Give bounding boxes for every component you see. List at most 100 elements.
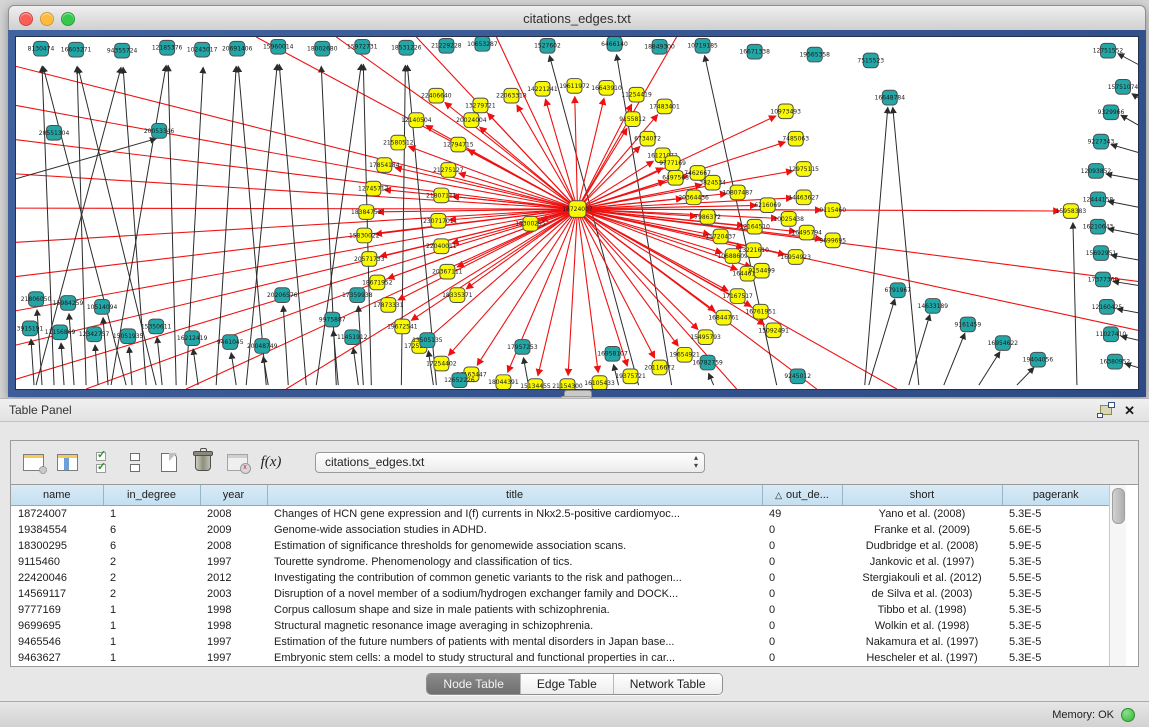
table-cell: Disruption of a novel member of a sodium…: [267, 586, 762, 602]
memory-ok-icon[interactable]: [1121, 708, 1135, 722]
table-row[interactable]: 2242004622012Investigating the contribut…: [11, 570, 1109, 586]
network-node-label: 10025438: [773, 216, 804, 223]
network-node-label: 20206576: [267, 292, 298, 299]
network-canvas[interactable]: 1872400722406640121405042158051217854184…: [15, 36, 1139, 390]
network-edge: [231, 353, 236, 385]
cytoscape-application: citations_edges.txt 18724007 22406640 1 214…: [0, 0, 1149, 727]
network-node-label: 9155812: [619, 116, 646, 123]
select-rows-button[interactable]: [87, 448, 115, 476]
table-cell: Hescheler et al. (1997): [842, 650, 1002, 666]
close-window-button[interactable]: [19, 12, 33, 26]
network-node-label: 20364436: [678, 194, 709, 201]
column-header-pagerank[interactable]: pagerank: [1002, 485, 1109, 506]
network-edge: [353, 348, 358, 385]
function-builder-button[interactable]: f(x): [257, 448, 285, 476]
network-node-label: 16648784: [875, 95, 906, 102]
table-cell: Yano et al. (2008): [842, 506, 1002, 523]
table-row[interactable]: 1872400712008Changes of HCN gene express…: [11, 506, 1109, 523]
network-edge: [1073, 223, 1077, 385]
network-node-label: 10807487: [722, 189, 753, 196]
checklist-icon: [96, 452, 106, 473]
dropdown-stepper-icon: ▴▾: [694, 454, 698, 470]
table-selector-dropdown[interactable]: citations_edges.txt ▴▾: [315, 452, 705, 473]
table-row[interactable]: 946554611997Estimation of the future num…: [11, 634, 1109, 650]
column-header-in_degree[interactable]: in_degree: [103, 485, 200, 506]
network-node-label: 22406640: [421, 93, 452, 100]
show-columns-button[interactable]: [53, 448, 81, 476]
network-node-label: 3824534: [699, 180, 726, 187]
status-bar: Memory: OK: [0, 701, 1149, 727]
minimize-window-button[interactable]: [40, 12, 54, 26]
network-edge: [193, 349, 198, 385]
table-cell: Investigating the contribution of common…: [267, 570, 762, 586]
column-header-out_de[interactable]: △out_de...: [762, 485, 842, 506]
table-cell: 2009: [200, 522, 267, 538]
network-edge: [401, 65, 405, 385]
delete-table-button[interactable]: x: [223, 448, 251, 476]
network-edge: [428, 351, 433, 385]
column-header-year[interactable]: year: [200, 485, 267, 506]
network-edge: [578, 209, 765, 324]
network-node-label: 22040011: [426, 243, 457, 250]
table-scrollbar[interactable]: [1109, 485, 1126, 666]
network-node-label: 18724007: [562, 206, 593, 213]
delete-attributes-button[interactable]: [189, 448, 217, 476]
network-edge: [61, 343, 64, 385]
tab-edge-table[interactable]: Edge Table: [521, 674, 614, 694]
network-edge: [893, 107, 919, 385]
table-row[interactable]: 911546021997Tourette syndrome. Phenomeno…: [11, 554, 1109, 570]
table-row[interactable]: 946362711997Embryonic stem cells: a mode…: [11, 650, 1109, 666]
panel-title: Table Panel: [0, 403, 72, 417]
network-node-label: 94355724: [107, 48, 138, 55]
table-cell: 1: [103, 602, 200, 618]
network-node-label: 9245012: [784, 373, 811, 380]
column-header-name[interactable]: name: [11, 485, 103, 506]
network-node-label: 12185376: [152, 45, 183, 52]
table-settings-button[interactable]: [19, 448, 47, 476]
network-node-label: 17957253: [507, 344, 538, 351]
network-node-label: 9461045: [217, 339, 244, 346]
network-node-label: 6791967: [884, 287, 911, 294]
network-node-label: 12160425: [1092, 304, 1123, 311]
close-panel-icon[interactable]: ✕: [1124, 404, 1135, 417]
window-titlebar[interactable]: citations_edges.txt: [8, 5, 1146, 32]
table-scrollbar-thumb[interactable]: [1112, 488, 1125, 524]
zoom-window-button[interactable]: [61, 12, 75, 26]
column-header-short[interactable]: short: [842, 485, 1002, 506]
table-cell: 14569117: [11, 586, 103, 602]
table-row[interactable]: 977716911998Corpus callosum shape and si…: [11, 602, 1109, 618]
blank-page-icon: [161, 453, 177, 472]
table-row[interactable]: 969969511998Structural magnetic resonanc…: [11, 618, 1109, 634]
table-cell: 1997: [200, 650, 267, 666]
table-cell: 6: [103, 538, 200, 554]
table-row[interactable]: 1938455462009Genome-wide association stu…: [11, 522, 1109, 538]
network-node-label: 6216069: [754, 202, 781, 209]
table-cell: 2: [103, 570, 200, 586]
network-edge: [16, 66, 578, 209]
network-node-label: 6734072: [634, 136, 661, 143]
clear-rows-button[interactable]: [121, 448, 149, 476]
new-table-button[interactable]: [155, 448, 183, 476]
delete-table-icon: x: [227, 454, 248, 471]
network-node-label: 16782759: [692, 360, 723, 367]
network-node-label: 15972731: [347, 44, 378, 51]
network-edge: [1118, 54, 1138, 65]
network-node-label: 9699695: [819, 237, 846, 244]
table-row[interactable]: 1456911722003Disruption of a novel membe…: [11, 586, 1109, 602]
tab-node-table[interactable]: Node Table: [427, 674, 521, 694]
float-panel-icon[interactable]: [1100, 405, 1112, 415]
network-edge: [979, 352, 1000, 385]
column-header-title[interactable]: title: [267, 485, 762, 506]
network-node-label: 15720437: [705, 233, 736, 240]
network-node-label: 20116672: [644, 365, 675, 372]
network-node-label: 10514094: [87, 304, 118, 311]
table-cell: 1: [103, 618, 200, 634]
table-row[interactable]: 1830029562008Estimation of significance …: [11, 538, 1109, 554]
network-node-label: 18849300: [644, 44, 675, 51]
network-node-label: 12444158: [1083, 196, 1114, 203]
tab-network-table[interactable]: Network Table: [614, 674, 722, 694]
table-cell: 0: [762, 618, 842, 634]
network-node-label: 20551304: [39, 130, 70, 137]
network-node-label: 11027410: [1096, 331, 1127, 338]
network-node-label: 11451912: [337, 334, 368, 341]
